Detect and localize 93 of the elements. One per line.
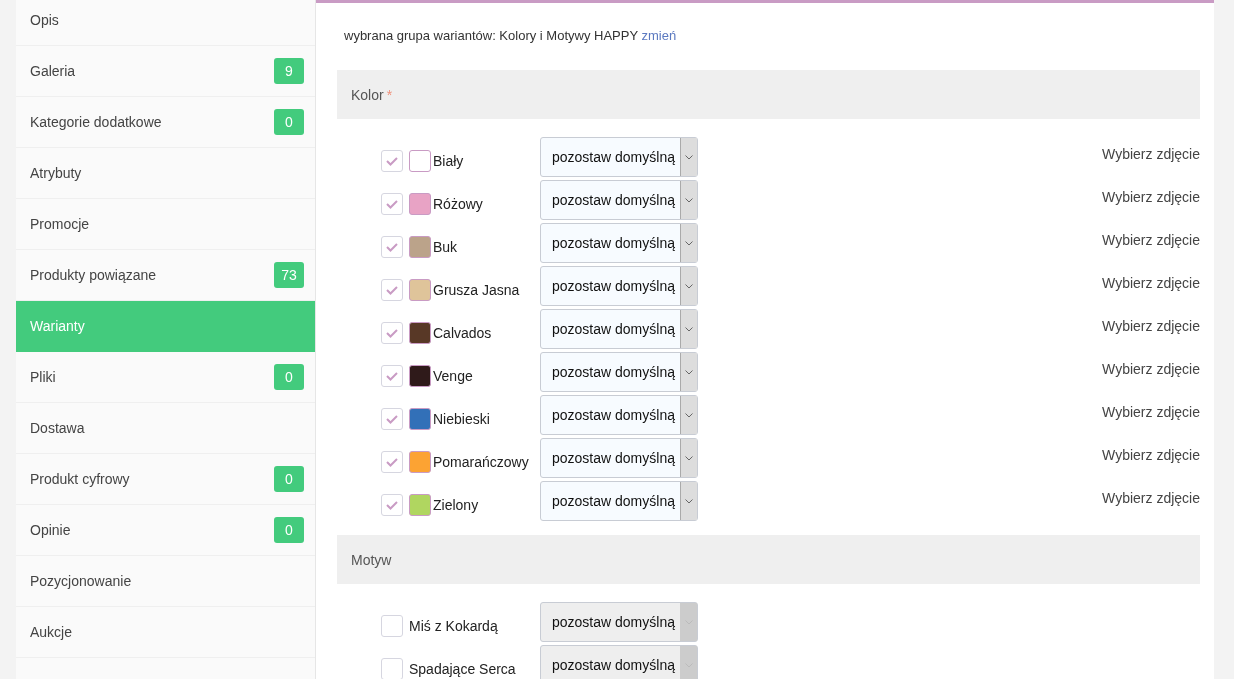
check-icon <box>386 328 398 338</box>
sidebar-item-label: Galeria <box>30 63 76 79</box>
checkbox[interactable] <box>381 193 403 215</box>
checkbox[interactable] <box>381 365 403 387</box>
choose-photo-link[interactable]: Wybierz zdjęcie <box>1102 395 1200 420</box>
sidebar-item-label: Produkt cyfrowy <box>30 471 130 487</box>
sidebar-item[interactable]: Atrybuty <box>16 148 315 199</box>
option-label: Buk <box>433 239 458 255</box>
sidebar-item-label: Promocje <box>30 216 90 232</box>
dropdown[interactable]: pozostaw domyślną <box>540 266 698 306</box>
chevron-down-icon <box>685 197 693 203</box>
sidebar-item-label: Warianty <box>30 318 85 334</box>
dropdown[interactable]: pozostaw domyślną <box>540 395 698 435</box>
count-badge: 73 <box>274 262 304 288</box>
checkbox[interactable] <box>381 236 403 258</box>
check-icon <box>386 414 398 424</box>
sidebar-item-label: Produkty powiązane <box>30 267 157 283</box>
sidebar-item-label: Opinie <box>30 522 71 538</box>
checkbox[interactable] <box>381 494 403 516</box>
option-label: Grusza Jasna <box>433 282 520 298</box>
check-icon <box>386 457 398 467</box>
option-label: Biały <box>433 153 464 169</box>
section-title: Kolor <box>351 86 384 103</box>
sidebar-item-label: Kategorie dodatkowe <box>30 114 162 130</box>
change-link[interactable]: zmień <box>641 28 677 43</box>
chevron-down-icon <box>685 498 693 504</box>
count-badge: 9 <box>274 58 304 84</box>
option-label: Niebieski <box>433 411 490 427</box>
sidebar-item[interactable]: Galeria 9 <box>16 46 315 97</box>
checkbox[interactable] <box>381 279 403 301</box>
sidebar-item[interactable]: Promocje <box>16 199 315 250</box>
sidebar-item-label: Pozycjonowanie <box>30 573 132 589</box>
choose-photo-link[interactable]: Wybierz zdjęcie <box>1102 180 1200 205</box>
count-badge: 0 <box>274 466 304 492</box>
dropdown[interactable]: pozostaw domyślną <box>540 438 698 478</box>
chevron-down-icon <box>685 283 693 289</box>
choose-photo-link[interactable]: Wybierz zdjęcie <box>1102 137 1200 162</box>
option-label: Zielony <box>433 497 479 513</box>
sidebar-item[interactable]: Pozycjonowanie <box>16 556 315 607</box>
chevron-down-icon <box>685 455 693 461</box>
section-title: Motyw <box>351 551 392 568</box>
required-mark: * <box>386 86 393 103</box>
dropdown[interactable]: pozostaw domyślną <box>540 137 698 177</box>
sidebar-item-label: Dostawa <box>30 420 85 436</box>
choose-photo-link[interactable]: Wybierz zdjęcie <box>1102 309 1200 334</box>
option-label: Calvados <box>433 325 492 341</box>
dropdown[interactable]: pozostaw domyślną <box>540 309 698 349</box>
dropdown[interactable]: pozostaw domyślną <box>540 352 698 392</box>
check-icon <box>386 371 398 381</box>
sidebar-item[interactable]: Produkt cyfrowy 0 <box>16 454 315 505</box>
checkbox[interactable] <box>381 658 403 679</box>
sidebar-item-label: Pliki <box>30 369 56 385</box>
checkbox[interactable] <box>381 150 403 172</box>
dropdown[interactable]: pozostaw domyślną <box>540 481 698 521</box>
sidebar-item[interactable]: Opis <box>16 0 315 46</box>
check-icon <box>386 156 398 166</box>
sidebar-item-label: Opis <box>30 12 59 28</box>
chevron-down-icon <box>685 240 693 246</box>
sidebar-item-label: Aukcje <box>30 624 73 640</box>
choose-photo-link[interactable]: Wybierz zdjęcie <box>1102 266 1200 291</box>
choose-photo-link[interactable]: Wybierz zdjęcie <box>1102 438 1200 463</box>
check-icon <box>386 285 398 295</box>
checkbox[interactable] <box>381 451 403 473</box>
option-label: Różowy <box>433 196 483 212</box>
chevron-down-icon <box>685 154 693 160</box>
chevron-down-icon <box>685 412 693 418</box>
sidebar-item[interactable]: Opinie 0 <box>16 505 315 556</box>
option-label: Pomarańczowy <box>433 454 529 470</box>
choose-photo-link[interactable]: Wybierz zdjęcie <box>1102 352 1200 377</box>
sidebar-item[interactable]: Aukcje <box>16 607 315 658</box>
dropdown[interactable]: pozostaw domyślną <box>540 223 698 263</box>
choose-photo-link[interactable]: Wybierz zdjęcie <box>1102 223 1200 248</box>
sidebar-item[interactable]: Kategorie dodatkowe 0 <box>16 97 315 148</box>
option-label: Spadające Serca <box>409 661 516 677</box>
dropdown[interactable]: pozostaw domyślną <box>540 180 698 220</box>
chevron-down-icon <box>685 369 693 375</box>
check-icon <box>386 199 398 209</box>
check-icon <box>386 500 398 510</box>
option-label: Miś z Kokardą <box>409 618 498 634</box>
chevron-down-icon <box>685 326 693 332</box>
count-badge: 0 <box>274 517 304 543</box>
variant-group-text: wybrana grupa wariantów: Kolory i Motywy HAPPY zmień <box>344 28 678 45</box>
check-icon <box>386 242 398 252</box>
checkbox[interactable] <box>381 615 403 637</box>
count-badge: 0 <box>274 109 304 135</box>
checkbox[interactable] <box>381 408 403 430</box>
sidebar-item[interactable]: Dostawa <box>16 403 315 454</box>
option-label: Venge <box>433 368 473 384</box>
checkbox[interactable] <box>381 322 403 344</box>
sidebar-item[interactable]: Pliki 0 <box>16 352 315 403</box>
choose-photo-link[interactable]: Wybierz zdjęcie <box>1102 481 1200 506</box>
sidebar-item-label: Atrybuty <box>30 165 82 181</box>
count-badge: 0 <box>274 364 304 390</box>
